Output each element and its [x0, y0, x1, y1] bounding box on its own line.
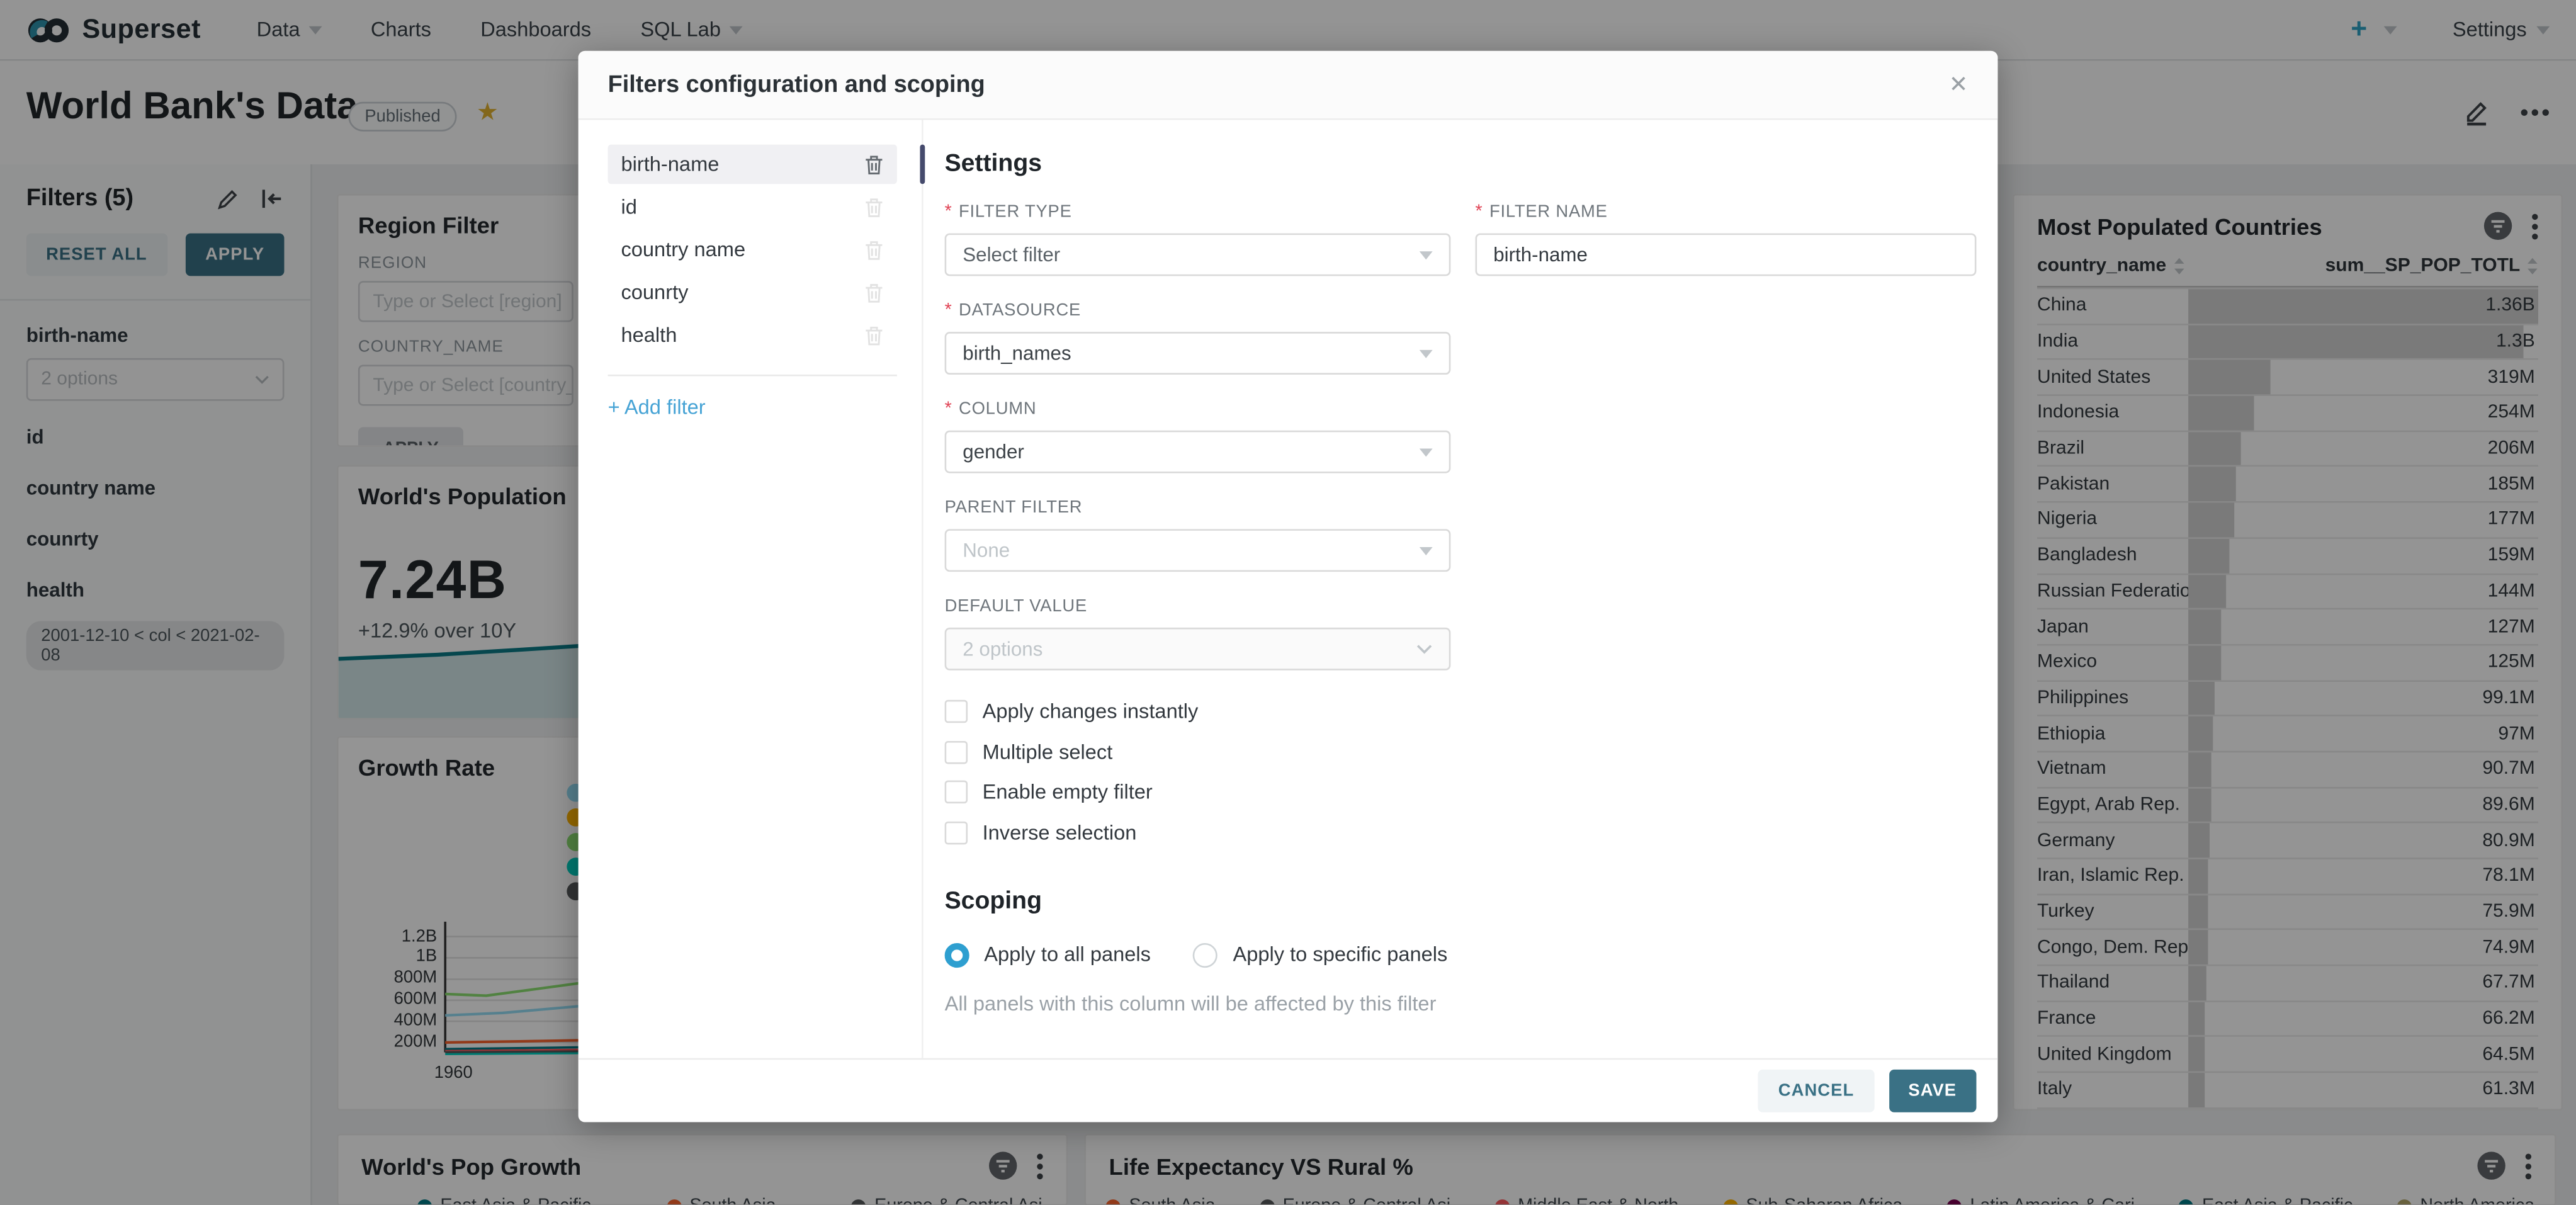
chevron-down-icon: [1419, 250, 1433, 259]
filter-list-divider: [607, 375, 897, 376]
column-label: * COLUMN: [944, 399, 1037, 419]
filter-item-label: counrty: [621, 281, 689, 304]
radio-apply-all-selected[interactable]: [944, 942, 969, 967]
modal-header: Filters configuration and scoping ✕: [578, 50, 1998, 120]
filter-list-item[interactable]: country name: [608, 230, 897, 269]
column-select[interactable]: gender: [944, 430, 1451, 473]
selected-filter-indicator: [919, 144, 924, 184]
required-asterisk: *: [944, 201, 952, 222]
filter-type-label: * FILTER TYPE: [944, 201, 1072, 222]
chevron-down-icon: [1419, 448, 1433, 456]
cancel-button[interactable]: CANCEL: [1758, 1069, 1874, 1112]
filter-list-item[interactable]: health: [608, 315, 897, 355]
checkbox-label: Apply changes instantly: [982, 699, 1199, 723]
checkbox-row[interactable]: Apply changes instantly: [944, 699, 1977, 723]
checkbox-unchecked[interactable]: [944, 699, 968, 723]
filter-item-label: birth-name: [621, 152, 720, 176]
datasource-label: * DATASOURCE: [944, 300, 1082, 320]
required-asterisk: *: [1475, 201, 1483, 222]
settings-heading: Settings: [944, 149, 1042, 178]
trash-icon[interactable]: [864, 324, 884, 346]
checkbox-row[interactable]: Multiple select: [944, 740, 1977, 764]
checkbox-label: Multiple select: [982, 740, 1113, 764]
parent-filter-select[interactable]: None: [944, 529, 1451, 572]
scoping-heading: Scoping: [944, 886, 1042, 915]
trash-icon[interactable]: [864, 282, 884, 303]
chevron-down-icon: [1419, 546, 1433, 555]
add-filter-link[interactable]: + Add filter: [608, 396, 897, 419]
filter-item-label: country name: [621, 238, 746, 261]
settings-checkboxes: Apply changes instantly Multiple select …: [944, 699, 1977, 844]
filter-type-select[interactable]: Select filter: [944, 233, 1451, 276]
checkbox-row[interactable]: Enable empty filter: [944, 780, 1977, 804]
modal-body: birth-name id country name counrty healt…: [579, 120, 1998, 1058]
datasource-select[interactable]: birth_names: [944, 332, 1451, 375]
filter-item-label: id: [621, 195, 637, 219]
checkbox-unchecked[interactable]: [944, 740, 968, 764]
filter-list-item[interactable]: birth-name: [607, 144, 897, 184]
checkbox-unchecked[interactable]: [944, 780, 968, 804]
close-icon[interactable]: ✕: [1949, 71, 1969, 98]
checkbox-label: Inverse selection: [982, 820, 1137, 844]
radio-apply-all-label: Apply to all panels: [984, 942, 1151, 966]
filters-config-modal: Filters configuration and scoping ✕ birt…: [578, 50, 1998, 1123]
modal-footer: CANCEL SAVE: [578, 1058, 1998, 1123]
save-button[interactable]: SAVE: [1889, 1069, 1977, 1112]
trash-icon[interactable]: [864, 239, 884, 261]
default-value-label: DEFAULT VALUE: [944, 596, 1088, 616]
list-settings-divider: [922, 120, 924, 1058]
modal-filter-list: birth-name id country name counrty healt…: [607, 144, 897, 419]
chevron-down-icon: [1416, 645, 1432, 654]
scoping-note: All panels with this column will be affe…: [944, 991, 1437, 1015]
superset-app: Superset Data Charts Dashboards SQL Lab …: [0, 0, 2576, 1205]
required-asterisk: *: [944, 399, 952, 419]
checkbox-label: Enable empty filter: [982, 780, 1153, 804]
radio-apply-specific-label: Apply to specific panels: [1233, 942, 1448, 966]
trash-icon[interactable]: [864, 196, 884, 218]
checkbox-unchecked[interactable]: [944, 820, 968, 844]
filter-list-item[interactable]: counrty: [608, 273, 897, 312]
default-value-select[interactable]: 2 options: [944, 627, 1451, 670]
parent-filter-label: PARENT FILTER: [944, 497, 1083, 518]
filter-name-input[interactable]: [1475, 233, 1977, 276]
filter-list-item[interactable]: id: [608, 188, 897, 227]
radio-apply-specific[interactable]: [1193, 942, 1218, 967]
required-asterisk: *: [944, 300, 952, 320]
trash-icon[interactable]: [864, 154, 884, 175]
settings-pane: Settings * FILTER TYPE Select filter * F…: [944, 120, 1977, 1058]
chevron-down-icon: [1419, 349, 1433, 358]
checkbox-row[interactable]: Inverse selection: [944, 820, 1977, 844]
modal-title: Filters configuration and scoping: [607, 71, 985, 98]
filter-name-label: * FILTER NAME: [1475, 201, 1608, 222]
filter-item-label: health: [621, 324, 677, 347]
